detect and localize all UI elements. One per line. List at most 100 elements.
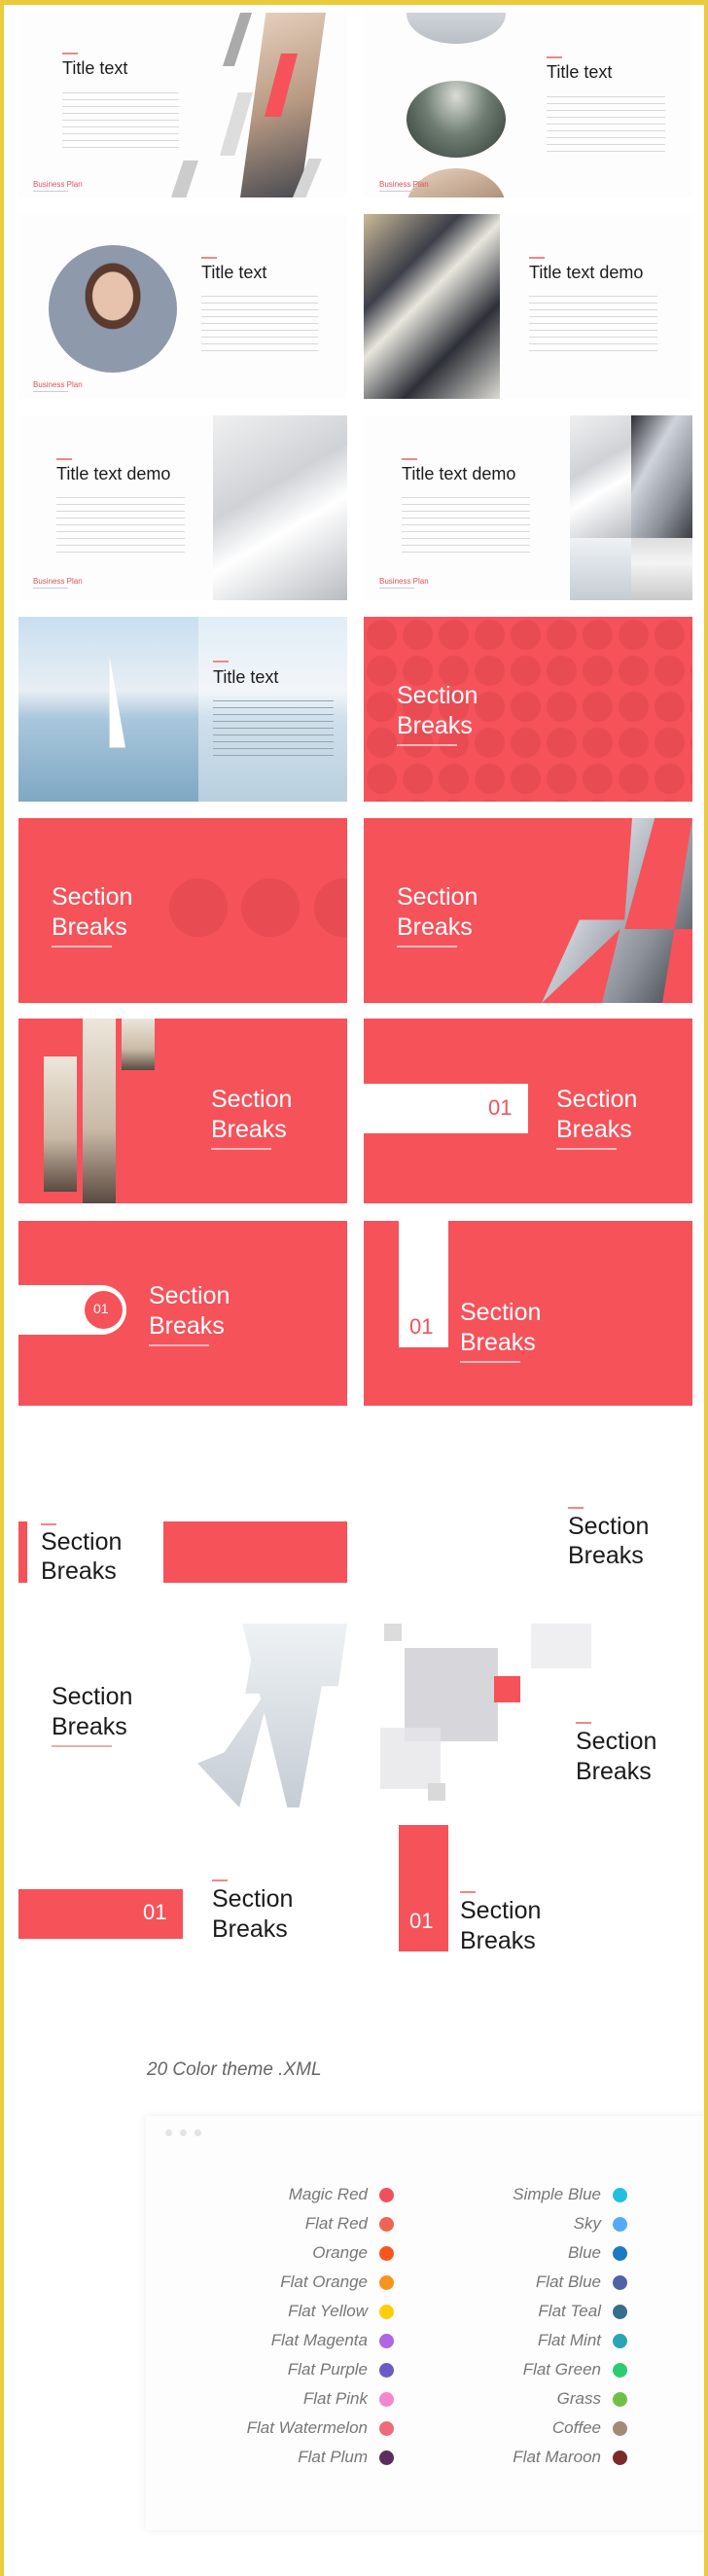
section-line2: Breaks xyxy=(460,1927,536,1954)
section-line1: Section xyxy=(460,1897,542,1924)
section-line1: Section xyxy=(556,1086,638,1113)
color-swatch-row: Sky xyxy=(374,2209,627,2238)
circle xyxy=(241,878,300,937)
window-dot xyxy=(180,2129,187,2136)
red-block xyxy=(163,1521,347,1583)
section-line2: Breaks xyxy=(576,1758,652,1785)
slide-section-break-strips[interactable]: Section Breaks xyxy=(18,1019,347,1203)
color-swatch-row: Flat Teal xyxy=(374,2297,627,2326)
square xyxy=(428,1783,445,1801)
section-line1: Section xyxy=(397,883,478,911)
square xyxy=(380,1728,441,1789)
section-line1: Section xyxy=(52,883,133,911)
slide-footer: Business Plan xyxy=(33,180,83,192)
section-line1: Section xyxy=(211,1086,293,1113)
slide-body-text xyxy=(213,697,334,757)
slide-kicker xyxy=(62,53,78,54)
section-number: 01 xyxy=(488,1095,513,1120)
photo-diagonal xyxy=(542,818,692,1003)
section-line1: Section xyxy=(397,682,478,709)
color-dot xyxy=(613,2450,627,2465)
section-title: Section Breaks xyxy=(212,1884,293,1945)
photo-diagonal xyxy=(197,1624,347,1807)
section-title: Section Breaks xyxy=(211,1085,292,1150)
color-name: Magic Red xyxy=(288,2185,368,2203)
color-swatch-row: Flat Purple xyxy=(141,2355,394,2384)
section-line1: Section xyxy=(212,1885,294,1913)
slide-kicker xyxy=(56,458,72,460)
slide-body-text xyxy=(201,292,318,352)
slide-section-break-number-bar[interactable]: 01 Section Breaks xyxy=(364,1019,692,1203)
section-line2: Breaks xyxy=(52,913,127,941)
section-line1: Section xyxy=(41,1528,123,1556)
slide-kicker xyxy=(460,1891,476,1893)
slide-kicker xyxy=(201,257,217,259)
section-number: 01 xyxy=(409,1314,434,1339)
color-swatch-row: Flat Maroon xyxy=(374,2443,627,2472)
sailboat xyxy=(96,656,125,748)
color-swatch-row: Flat Green xyxy=(374,2355,627,2384)
slide-body-text xyxy=(547,92,665,153)
color-name: Coffee xyxy=(551,2418,601,2437)
slide-title-text-circles[interactable]: Title text Business Plan xyxy=(364,13,692,197)
section-line2: Breaks xyxy=(52,1713,127,1740)
color-dot xyxy=(613,2274,627,2290)
color-name: Flat Maroon xyxy=(513,2448,601,2466)
slide-footer: Business Plan xyxy=(379,180,429,192)
color-swatch-row: Flat Pink xyxy=(141,2384,394,2414)
color-name: Flat Blue xyxy=(535,2272,601,2291)
section-line2: Breaks xyxy=(568,1542,644,1569)
section-line2: Breaks xyxy=(397,913,473,941)
slide-title-text-demo-photo[interactable]: Title text demo xyxy=(364,214,692,399)
section-subtitle xyxy=(211,1148,271,1150)
slide-body-text xyxy=(529,292,657,352)
slide-section-break-diagonal[interactable]: Section Breaks xyxy=(364,818,692,1003)
slide-title-text-portrait[interactable]: Title text Business Plan xyxy=(18,214,347,399)
color-swatch-row: Simple Blue xyxy=(374,2180,627,2209)
section-line1: Section xyxy=(460,1299,542,1326)
slide-footer: Business Plan xyxy=(379,577,429,589)
slide-section-break-pattern[interactable]: Section Breaks xyxy=(364,617,692,802)
section-title: Section Breaks xyxy=(397,882,478,948)
color-swatch-row: Flat Blue xyxy=(374,2268,627,2297)
section-line2: Breaks xyxy=(211,1116,287,1143)
slide-title: Title text xyxy=(213,667,279,687)
section-subtitle xyxy=(556,1148,617,1150)
color-swatch-row: Flat Red xyxy=(141,2209,394,2238)
slide-kicker xyxy=(41,1523,56,1525)
slide-title-text-sailboat[interactable]: Title text xyxy=(18,617,347,802)
section-title: Section Breaks xyxy=(52,1682,132,1747)
slide-section-break-pill[interactable]: 01 Section Breaks xyxy=(18,1221,347,1406)
slide-title-text-demo-grid[interactable]: Title text demo Business Plan xyxy=(364,415,692,600)
color-name: Flat Yellow xyxy=(288,2302,368,2320)
color-dot xyxy=(613,2304,627,2319)
slide-title-text-stripes[interactable]: Title text Business Plan xyxy=(18,13,347,197)
photo-grid-item xyxy=(631,538,692,600)
stripe xyxy=(223,13,252,66)
slide-section-break-circles[interactable]: Section Breaks xyxy=(18,818,347,1003)
section-line1: Section xyxy=(52,1683,133,1710)
color-swatch-row: Magic Red xyxy=(141,2180,394,2209)
slide-body-text xyxy=(56,493,185,554)
section-title: Section Breaks xyxy=(576,1727,656,1787)
section-line2: Breaks xyxy=(397,712,473,739)
section-line1: Section xyxy=(149,1282,230,1309)
slide-kicker xyxy=(402,458,417,460)
section-title: Section Breaks xyxy=(397,681,478,746)
slide-section-break-vertical[interactable]: 01 Section Breaks xyxy=(364,1221,692,1406)
color-swatch-row: Coffee xyxy=(374,2414,627,2443)
color-dot xyxy=(613,2362,627,2378)
slide-title-text-demo-coffee[interactable]: Title text demo Business Plan xyxy=(18,415,347,600)
color-swatch-row: Flat Yellow xyxy=(141,2297,394,2326)
color-name: Flat Mint xyxy=(537,2331,601,2349)
slide-title: Title text demo xyxy=(56,464,171,483)
circle xyxy=(169,878,228,937)
slide-title: Title text demo xyxy=(402,464,516,483)
slide-title: Title text demo xyxy=(529,263,644,282)
section-line1: Section xyxy=(576,1728,657,1755)
slide-kicker xyxy=(529,257,545,259)
color-dot xyxy=(613,2420,627,2436)
photo-coffee xyxy=(213,415,347,600)
color-dot xyxy=(613,2391,627,2407)
slide-title: Title text xyxy=(547,62,613,82)
